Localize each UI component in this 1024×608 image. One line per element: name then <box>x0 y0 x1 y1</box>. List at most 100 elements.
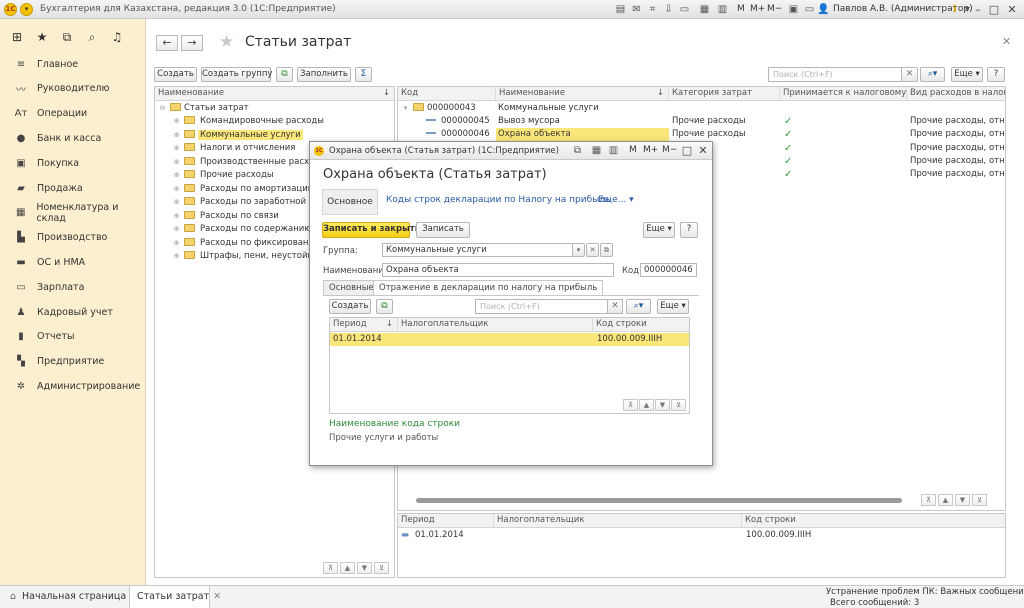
tab-current-page[interactable]: Статьи затрат ✕ <box>129 586 221 608</box>
last-row-icon[interactable]: ⊻ <box>374 562 389 574</box>
search-options-icon[interactable]: ⌕▾ <box>920 67 945 82</box>
expand-icon[interactable]: ⊕ <box>173 115 180 128</box>
main-menu-icon[interactable]: ▾ <box>20 3 33 16</box>
tree-root-row[interactable]: ⊖ Статьи затрат <box>155 102 394 115</box>
list-up-icon[interactable]: ▲ <box>938 494 953 506</box>
sidebar-item[interactable]: ≡ Главное <box>0 52 146 76</box>
sidebar-item[interactable]: ▮ Отчеты <box>0 325 146 349</box>
tab-tax-line-codes[interactable]: Коды строк декларации по Налогу на прибы… <box>386 195 610 205</box>
collapse-icon[interactable]: ▾ <box>402 102 409 115</box>
sidebar-item[interactable]: ✲ Администрирование <box>0 374 146 398</box>
group-field[interactable]: Коммунальные услуги <box>382 243 582 257</box>
sidebar-item[interactable]: 〰 Руководителю <box>0 77 146 101</box>
list-first-icon[interactable]: ⊼ <box>921 494 936 506</box>
mail-icon[interactable]: ✉ <box>630 3 643 16</box>
sidebar-item[interactable]: ▰ Продажа <box>0 176 146 200</box>
inner-down-icon[interactable]: ▼ <box>655 399 670 411</box>
close-window-button[interactable]: ✕ <box>1004 2 1020 17</box>
notifications-bell-icon[interactable]: ♫ <box>108 28 126 46</box>
group-clear-icon[interactable]: ✕ <box>586 243 599 257</box>
table-row[interactable]: 01.01.2014 100.00.009.IIIH <box>330 333 689 346</box>
search-input[interactable]: Поиск (Ctrl+F) <box>768 67 902 82</box>
memory-m-plus-button[interactable]: M+ <box>750 4 765 14</box>
dialog-help-button[interactable]: ? <box>680 222 698 238</box>
list-down-icon[interactable]: ▼ <box>955 494 970 506</box>
tree-header-name[interactable]: Наименование ↓ <box>155 87 394 100</box>
inner-up-icon[interactable]: ▲ <box>639 399 654 411</box>
dialog-m-button[interactable]: M <box>629 145 637 155</box>
sidebar-item[interactable]: ▬ ОС и НМА <box>0 250 146 274</box>
help-button[interactable]: ? <box>987 67 1005 82</box>
dialog-table-icon[interactable]: ▥ <box>607 144 620 157</box>
save-and-close-button[interactable]: Записать и закрыть <box>322 222 420 238</box>
forward-button[interactable]: → <box>181 35 203 51</box>
first-row-icon[interactable]: ⊼ <box>323 562 338 574</box>
inner-col-line-code[interactable]: Код строки <box>593 318 689 331</box>
minimize-button[interactable]: – <box>970 2 986 17</box>
expand-icon[interactable]: ⊕ <box>173 183 180 196</box>
inner-more-button[interactable]: Еще ▾ <box>657 299 689 314</box>
dialog-m-plus-button[interactable]: M+ <box>643 145 658 155</box>
expand-icon[interactable]: ⊕ <box>173 142 180 155</box>
inner-clear-search-icon[interactable]: ✕ <box>607 299 623 314</box>
list-last-icon[interactable]: ⊻ <box>972 494 987 506</box>
tab-home-page[interactable]: ⌂ Начальная страница <box>0 586 126 608</box>
back-button[interactable]: ← <box>156 35 178 51</box>
sidebar-item[interactable]: ▚ Предприятие <box>0 350 146 374</box>
col-period[interactable]: Период <box>398 514 494 527</box>
favorites-star-icon[interactable]: ★ <box>33 28 51 46</box>
name-field[interactable]: Охрана объекта <box>382 263 614 277</box>
print-icon[interactable]: ▭ <box>678 3 691 16</box>
sidebar-item[interactable]: ▭ Зарплата <box>0 275 146 299</box>
collapse-icon[interactable]: ⊖ <box>159 102 166 115</box>
lock-icon[interactable]: ▤ <box>614 3 627 16</box>
memory-m-minus-button[interactable]: M− <box>767 4 782 14</box>
inner-search-input[interactable]: Поиск (Ctrl+F) <box>475 299 623 314</box>
search-icon[interactable]: ⌕ <box>83 28 101 46</box>
more-button[interactable]: Еще ▾ <box>951 67 983 82</box>
group-open-icon[interactable]: ⧉ <box>600 243 613 257</box>
down-icon[interactable]: ▼ <box>357 562 372 574</box>
maximize-button[interactable]: □ <box>986 2 1002 17</box>
close-tab-icon[interactable]: ✕ <box>213 591 221 602</box>
inner-copy-icon[interactable]: ⧉ <box>376 299 393 314</box>
memory-m-button[interactable]: M <box>737 4 745 14</box>
group-dropdown-icon[interactable]: ▾ <box>572 243 585 257</box>
expand-icon[interactable]: ⊕ <box>173 250 180 263</box>
table-row[interactable]: ▬ 01.01.2014 100.00.009.IIIH <box>398 529 1005 542</box>
inner-first-icon[interactable]: ⊼ <box>623 399 638 411</box>
tab-main[interactable]: Основное <box>322 189 378 215</box>
apps-grid-icon[interactable]: ⊞ <box>8 28 26 46</box>
sum-icon[interactable]: Σ <box>355 67 372 82</box>
table-row[interactable]: 000000045 Вывоз мусора Прочие расходы ✓ Проч… <box>398 115 1005 128</box>
expand-icon[interactable]: ⊕ <box>173 223 180 236</box>
col-category[interactable]: Категория затрат <box>669 87 780 100</box>
fill-button[interactable]: Заполнить <box>297 67 351 82</box>
code-field[interactable]: 000000046 <box>640 263 697 277</box>
scrollbar-thumb[interactable] <box>416 498 902 503</box>
clear-search-icon[interactable]: ✕ <box>901 67 918 82</box>
col-line-code[interactable]: Код строки <box>742 514 1005 527</box>
sidebar-item[interactable]: ● Банк и касса <box>0 126 146 150</box>
list-horizontal-scrollbar[interactable] <box>402 497 912 505</box>
link-icon[interactable]: ⌗ <box>646 3 659 16</box>
inner-create-button[interactable]: Создать <box>329 299 371 314</box>
app-logo-icon[interactable]: 1C <box>4 3 17 16</box>
favorite-star-icon[interactable]: ★ <box>219 32 234 52</box>
messages-title[interactable]: Устранение проблем ПК: Важных сообщений:… <box>826 587 1024 597</box>
dialog-link-icon[interactable]: ⧉ <box>571 144 584 157</box>
table-row[interactable]: 000000046 Охрана объекта Прочие расходы ✓ Пр… <box>398 128 1005 141</box>
dialog-calendar-icon[interactable]: ▦ <box>590 144 603 157</box>
subtab-main[interactable]: Основные <box>323 280 380 296</box>
up-icon[interactable]: ▲ <box>340 562 355 574</box>
dialog-more-button[interactable]: Еще ▾ <box>643 222 675 238</box>
sidebar-item[interactable]: Ат Операции <box>0 102 146 126</box>
sidebar-item[interactable]: ▣ Покупка <box>0 151 146 175</box>
dialog-m-minus-button[interactable]: M− <box>662 145 677 155</box>
expand-icon[interactable]: ⊕ <box>173 156 180 169</box>
copy-icon[interactable]: ⧉ <box>276 67 293 82</box>
inner-col-payer[interactable]: Налогоплательщик <box>398 318 593 331</box>
dialog-close-button[interactable]: ✕ <box>695 143 711 158</box>
tab-more[interactable]: Еще... ▾ <box>598 195 634 205</box>
tree-item[interactable]: ⊕ Коммунальные услуги <box>155 129 394 142</box>
